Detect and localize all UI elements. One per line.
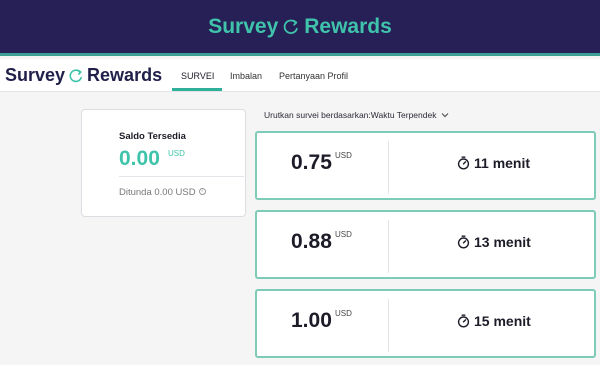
survey-card[interactable]: 0.75 USD 11 menit: [255, 131, 596, 200]
survey-currency: USD: [335, 151, 352, 160]
balance-amount: 0.00: [119, 147, 160, 170]
tab-pertanyaan-profil[interactable]: Pertanyaan Profil: [279, 71, 348, 81]
survey-card[interactable]: 1.00 USD 15 menit: [255, 289, 596, 358]
survey-divider: [388, 299, 389, 352]
nav-logo[interactable]: Survey Rewards: [5, 65, 162, 86]
survey-divider: [388, 141, 389, 194]
sort-label-text: Urutkan survei berdasarkan:: [264, 110, 371, 120]
stopwatch-icon: [457, 314, 470, 328]
nav-logo-text-1: Survey: [5, 65, 66, 85]
info-icon[interactable]: i: [198, 188, 206, 195]
stopwatch-icon: [457, 156, 470, 170]
tab-imbalan[interactable]: Imbalan: [230, 71, 262, 81]
nav-logo-text-2: Rewards: [87, 65, 163, 85]
pending-balance: Ditunda 0.00 USD i: [119, 187, 206, 198]
survey-duration-text: 15 menit: [474, 313, 531, 329]
sort-dropdown[interactable]: Urutkan survei berdasarkan:Waktu Terpend…: [264, 110, 450, 120]
survey-currency: USD: [335, 230, 352, 239]
banner-brand-logo: Survey Rewards: [208, 15, 392, 39]
balance-title: Saldo Tersedia: [119, 131, 186, 142]
balance-currency: USD: [168, 149, 185, 158]
active-tab-indicator: [172, 88, 222, 91]
tab-survei[interactable]: SURVEI: [181, 71, 214, 81]
refresh-logo-icon: [69, 68, 83, 82]
survey-price: 0.75: [291, 151, 332, 174]
survey-duration: 11 menit: [457, 155, 530, 171]
pending-balance-text: Ditunda 0.00 USD: [119, 187, 196, 198]
survey-price: 0.88: [291, 230, 332, 253]
stopwatch-icon: [457, 235, 470, 249]
survey-price: 1.00: [291, 309, 332, 332]
survey-duration: 15 menit: [457, 313, 531, 329]
survey-duration-text: 13 menit: [474, 234, 531, 250]
sort-value: Waktu Terpendek: [370, 110, 437, 120]
top-nav: Survey Rewards SURVEI Imbalan Pertanyaan…: [0, 59, 600, 92]
refresh-logo-icon: [283, 19, 298, 34]
survey-divider: [388, 220, 389, 273]
balance-divider: [119, 176, 244, 177]
banner-brand-text-2: Rewards: [304, 14, 392, 38]
survey-duration-text: 11 menit: [474, 155, 531, 171]
survey-duration: 13 menit: [457, 234, 531, 250]
banner-brand-text-1: Survey: [208, 14, 279, 38]
survey-card[interactable]: 0.88 USD 13 menit: [255, 210, 596, 279]
balance-card: Saldo Tersedia 0.00 USD Ditunda 0.00 USD…: [81, 109, 246, 217]
sort-label: Urutkan survei berdasarkan:Waktu Terpend…: [264, 110, 436, 120]
top-banner: Survey Rewards: [0, 0, 600, 56]
chevron-down-icon: [442, 113, 449, 118]
survey-currency: USD: [335, 309, 352, 318]
